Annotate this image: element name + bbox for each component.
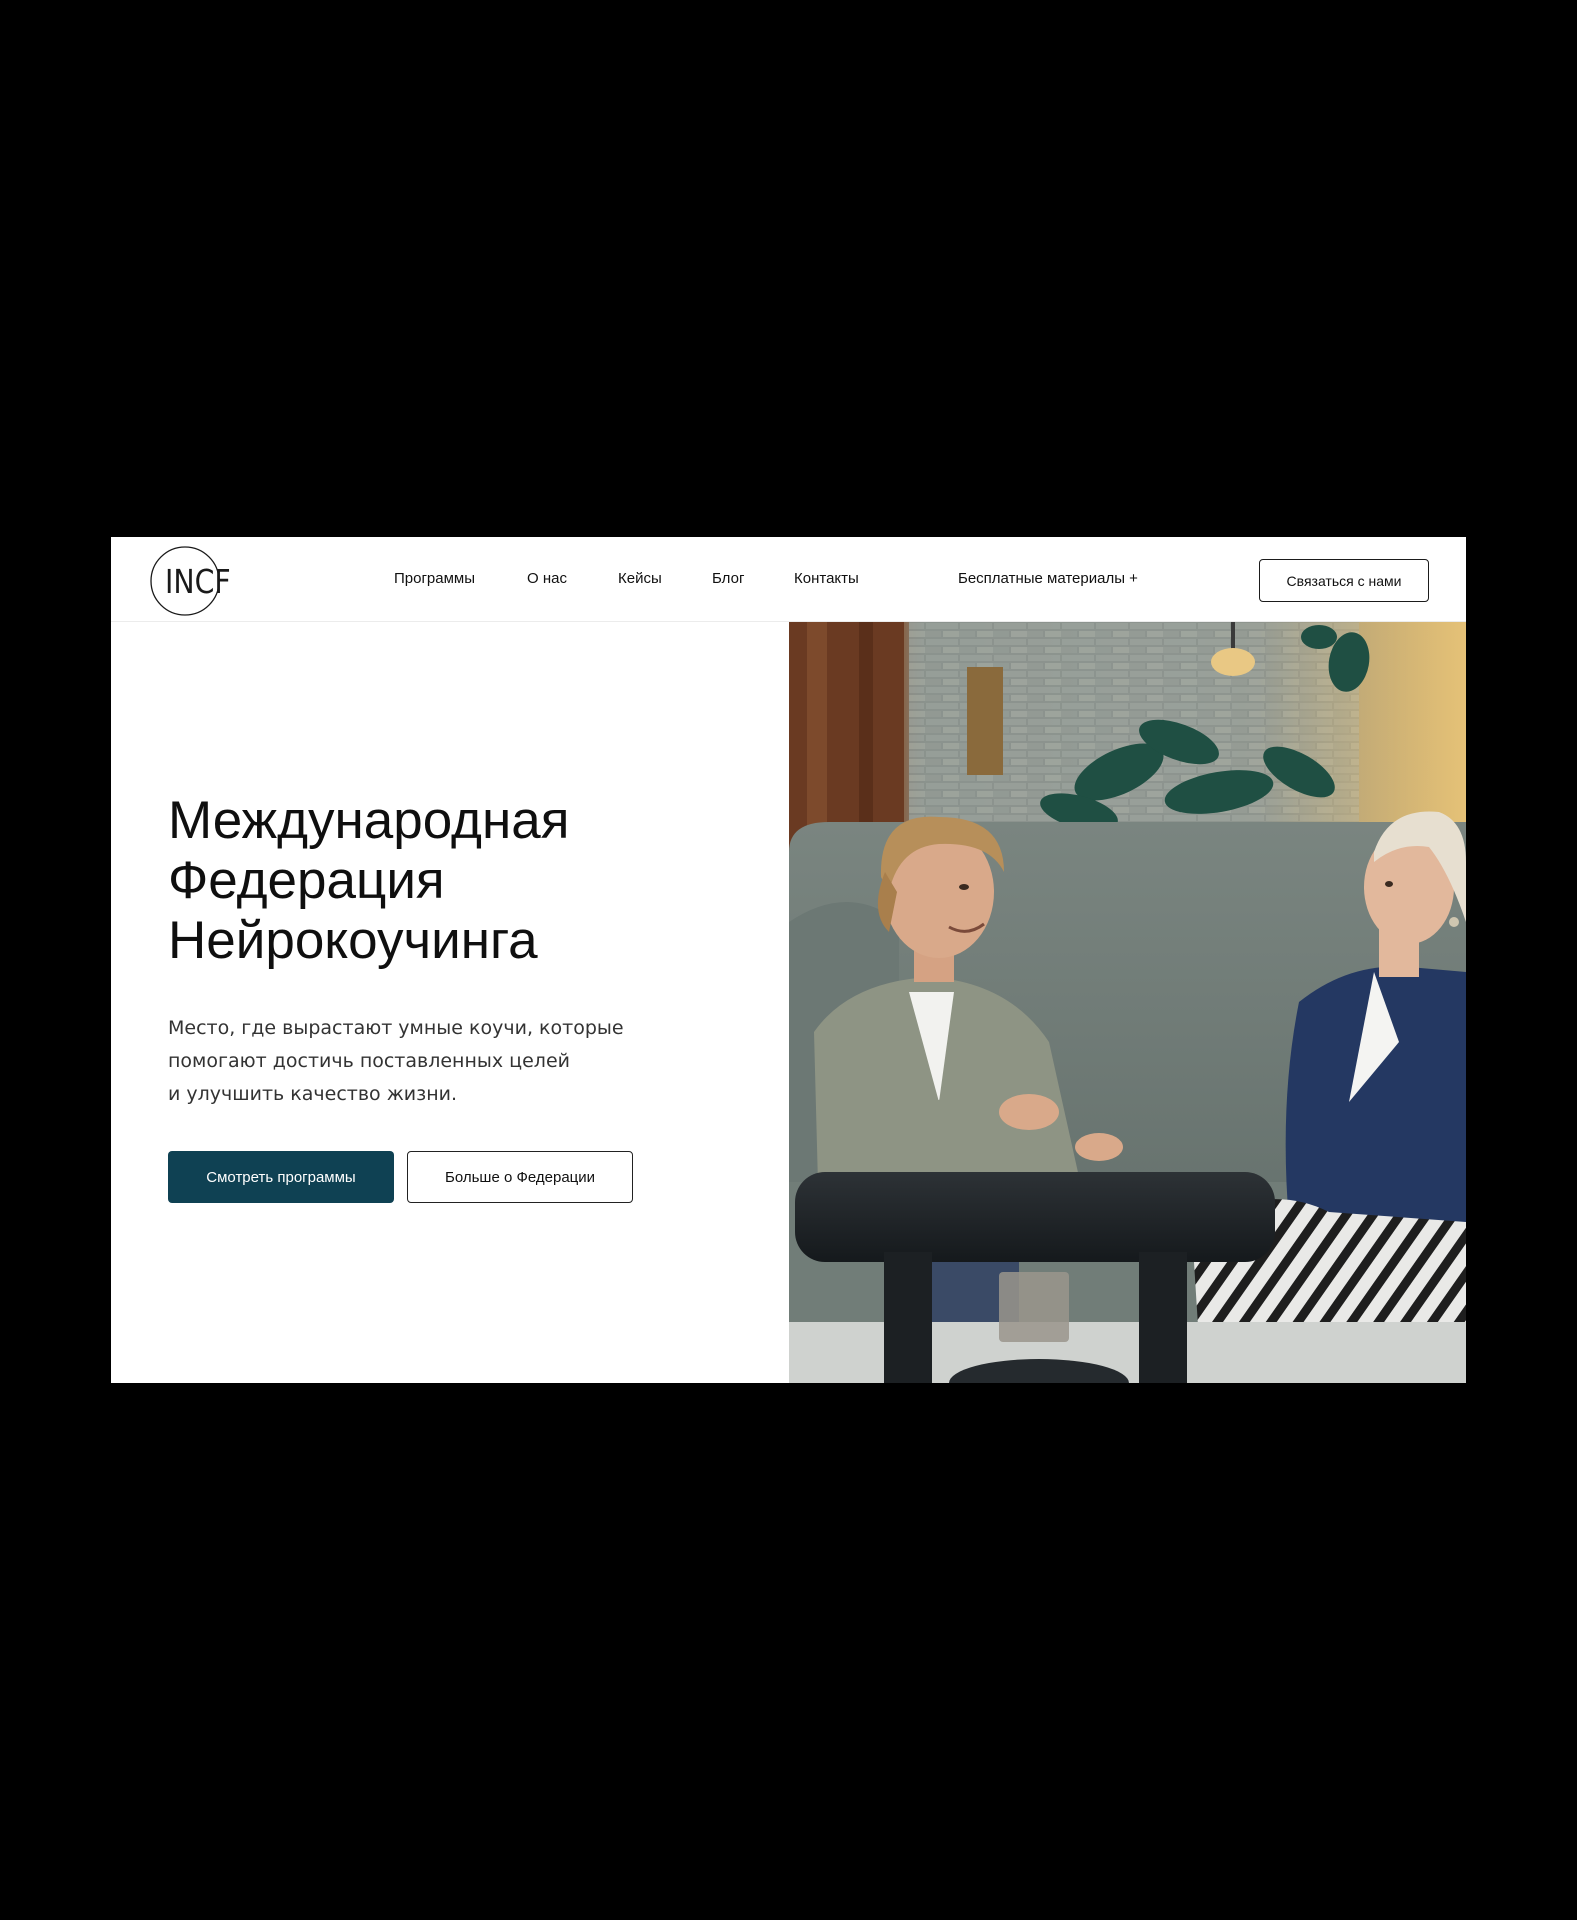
hero-subtitle: Место, где вырастают умные коучи, которы…: [168, 1012, 688, 1111]
hero-title-line: Международная: [168, 791, 570, 850]
hero-photo-illustration: [789, 622, 1466, 1383]
view-programs-button[interactable]: Смотреть программы: [168, 1151, 394, 1203]
hero-subtitle-line: Место, где вырастают умные коучи, которы…: [168, 1017, 624, 1039]
hero-subtitle-line: помогают достичь поставленных целей: [168, 1050, 570, 1072]
hero-photo: [789, 622, 1466, 1383]
hero-subtitle-line: и улучшить качество жизни.: [168, 1083, 458, 1105]
contact-us-button[interactable]: Связаться с нами: [1259, 559, 1429, 602]
nav-item-programs[interactable]: Программы: [394, 570, 475, 588]
about-federation-button[interactable]: Больше о Федерации: [407, 1151, 633, 1203]
nav-item-about[interactable]: О нас: [527, 570, 567, 588]
page-frame: INCF Программы О нас Кейсы Блог Контакты…: [111, 537, 1466, 1383]
site-header: INCF Программы О нас Кейсы Блог Контакты…: [111, 537, 1466, 622]
nav-item-blog[interactable]: Блог: [712, 570, 744, 588]
nav-item-cases[interactable]: Кейсы: [618, 570, 662, 588]
hero-title-line: Федерация: [168, 851, 445, 910]
hero-title: Международная Федерация Нейрокоучинга: [168, 791, 728, 971]
hero-title-line: Нейрокоучинга: [168, 911, 538, 970]
nav-item-free-materials[interactable]: Бесплатные материалы +: [958, 570, 1138, 588]
nav-item-contacts[interactable]: Контакты: [794, 570, 859, 588]
